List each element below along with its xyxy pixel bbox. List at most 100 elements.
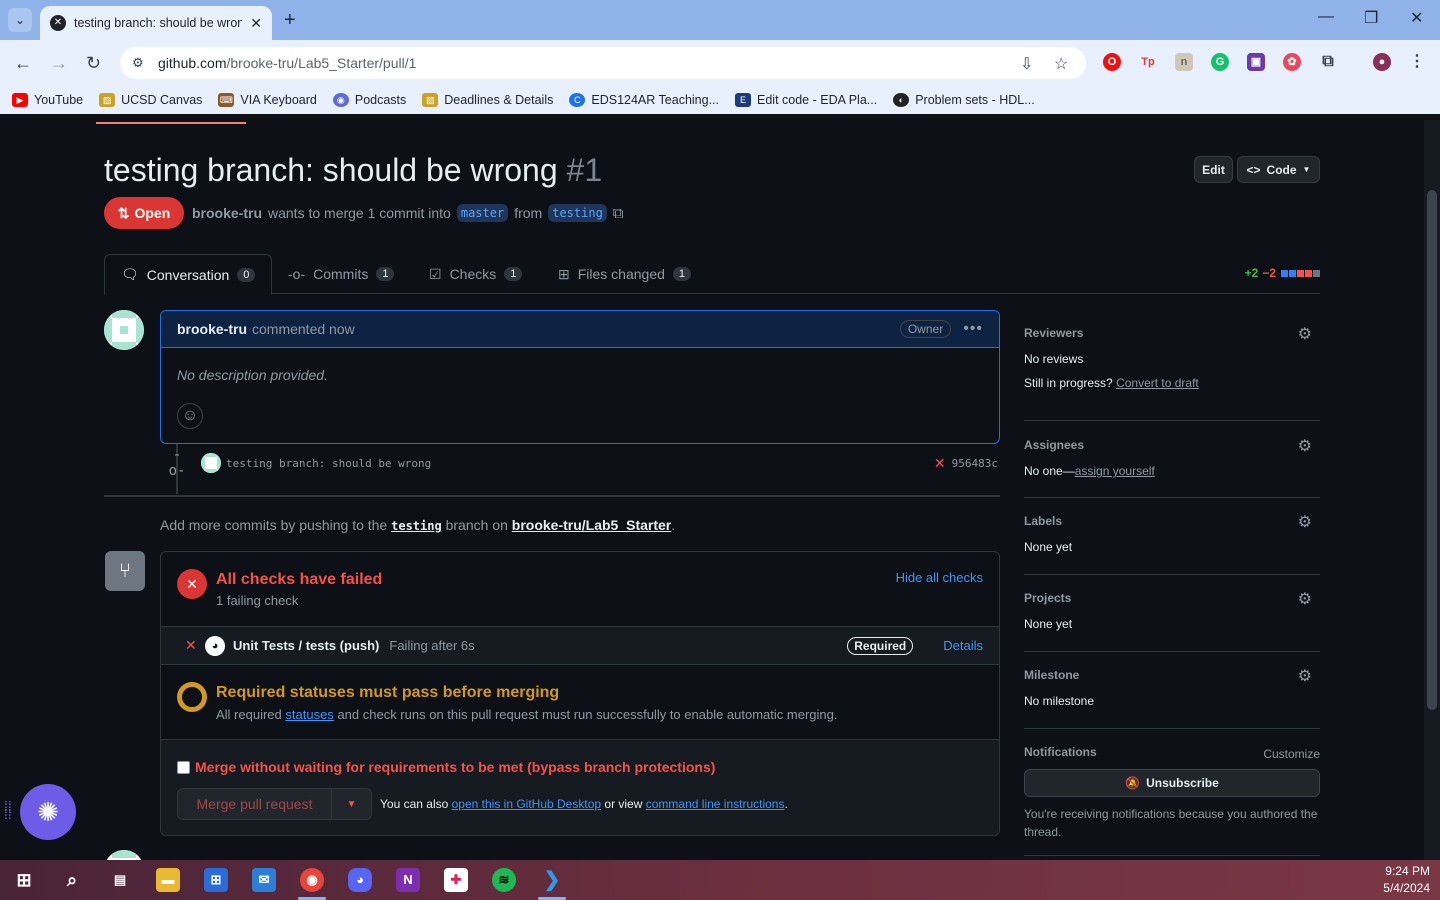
convert-to-draft-link[interactable]: Convert to draft — [1116, 376, 1199, 390]
taskbar-mail[interactable]: ✉ — [240, 860, 288, 900]
failed-x-icon[interactable]: ✕ — [934, 455, 946, 472]
start-button[interactable]: ⊞ — [0, 860, 48, 900]
sidebar-heading[interactable]: Milestone — [1024, 668, 1320, 682]
widgets-icon: ▤ — [113, 872, 127, 887]
assign-yourself-link[interactable]: assign yourself — [1075, 464, 1155, 478]
profile-avatar[interactable]: ● — [1373, 53, 1391, 71]
statuses-link[interactable]: statuses — [285, 707, 333, 722]
tab-conversation[interactable]: 🗨 Conversation 0 — [104, 254, 273, 295]
merge-button-label[interactable]: Merge pull request — [178, 789, 332, 819]
sidebar-heading[interactable]: Assignees — [1024, 438, 1320, 452]
reload-icon[interactable]: ↻ — [86, 53, 101, 74]
chrome-menu-icon[interactable]: ⋮ — [1408, 53, 1426, 71]
sidebar-heading[interactable]: Labels — [1024, 514, 1320, 528]
edit-button[interactable]: Edit — [1194, 156, 1233, 183]
forward-icon[interactable]: → — [50, 53, 68, 74]
kebab-menu-icon[interactable]: ••• — [963, 320, 983, 338]
bookmark-deadlines[interactable]: ▧ Deadlines & Details — [422, 93, 553, 107]
assistant-fab-icon[interactable]: ✺ — [20, 784, 76, 840]
gear-icon[interactable]: ⚙ — [1298, 589, 1312, 609]
bookmark-youtube[interactable]: ▶ YouTube — [12, 93, 83, 107]
sidebar-heading[interactable]: Reviewers — [1024, 326, 1320, 340]
taskbar-file-explorer[interactable]: ▬ — [144, 860, 192, 900]
address-bar[interactable]: ⚙ github.com/brooke-tru/Lab5_Starter/pul… — [120, 47, 1086, 79]
grammarly-extension-icon[interactable]: G — [1211, 53, 1229, 71]
back-icon[interactable]: ← — [14, 53, 32, 74]
command-line-link[interactable]: command line instructions — [646, 797, 785, 811]
gear-icon[interactable]: ⚙ — [1298, 324, 1312, 344]
commit-sha-link[interactable]: 956483c — [952, 457, 998, 470]
branch-link[interactable]: testing — [391, 519, 442, 533]
taskbar-search[interactable]: ⌕ — [48, 860, 96, 900]
add-reaction-icon[interactable]: ☺ — [177, 403, 203, 429]
restore-icon[interactable]: ❐ — [1364, 8, 1378, 28]
install-app-icon[interactable]: ⇩ — [1020, 54, 1033, 74]
github-desktop-link[interactable]: open this in GitHub Desktop — [452, 797, 601, 811]
tab-close-icon[interactable]: ✕ — [250, 15, 262, 32]
page-scrollbar[interactable] — [1424, 120, 1440, 860]
code-button[interactable]: <> Code ▼ — [1237, 156, 1320, 183]
head-branch[interactable]: testing — [548, 204, 607, 222]
base-branch[interactable]: master — [456, 204, 509, 222]
taskbar-store[interactable]: ⊞ — [192, 860, 240, 900]
browser-tab-active[interactable]: ✕ testing branch: should be wrong ✕ — [40, 6, 272, 40]
address-url[interactable]: github.com/brooke-tru/Lab5_Starter/pull/… — [158, 55, 416, 71]
check-details-link[interactable]: Details — [943, 638, 983, 653]
bookmark-hdlbits[interactable]: ◐ Problem sets - HDL... — [893, 93, 1035, 107]
minimize-icon[interactable]: — — [1318, 8, 1334, 26]
bookmark-podcasts[interactable]: ◉ Podcasts — [332, 93, 406, 107]
taskbar-chrome[interactable]: ◉ — [288, 860, 336, 900]
bookmark-ucsd-canvas[interactable]: ▧ UCSD Canvas — [99, 93, 202, 107]
taskbar-spotify[interactable]: ≋ — [480, 860, 528, 900]
bookmark-star-icon[interactable]: ☆ — [1054, 54, 1068, 74]
taskbar-vscode[interactable]: ❯ — [528, 860, 576, 900]
site-settings-icon[interactable]: ⚙ — [132, 55, 152, 71]
copy-icon[interactable]: ⧉ — [613, 205, 624, 222]
taskbar-slack[interactable]: ✚ — [432, 860, 480, 900]
unsubscribe-button[interactable]: 🔕 Unsubscribe — [1024, 769, 1320, 797]
bookmark-via-keyboard[interactable]: ⌨ VIA Keyboard — [218, 93, 317, 107]
commit-avatar[interactable] — [201, 453, 221, 473]
scrollbar-thumb[interactable] — [1427, 190, 1437, 710]
gear-icon[interactable]: ⚙ — [1298, 512, 1312, 532]
checkbox[interactable] — [177, 760, 190, 774]
merge-actions: Merge without waiting for requirements t… — [161, 740, 999, 835]
window-close-icon[interactable]: ✕ — [1410, 8, 1423, 28]
red-extension-icon[interactable]: ✿ — [1283, 53, 1301, 71]
taskbar-discord[interactable]: ◕ — [336, 860, 384, 900]
merge-pull-request-button[interactable]: Merge pull request ▼ — [177, 788, 372, 820]
taskbar-onenote[interactable]: N — [384, 860, 432, 900]
gear-icon[interactable]: ⚙ — [1298, 666, 1312, 686]
repo-link[interactable]: brooke-tru/Lab5_Starter — [512, 517, 671, 533]
bookmark-eda-playground[interactable]: E Edit code - EDA Pla... — [735, 93, 877, 107]
gear-icon[interactable]: ⚙ — [1298, 436, 1312, 456]
new-tab-icon[interactable]: + — [284, 9, 296, 32]
tab-checks[interactable]: ☑ Checks 1 — [429, 254, 523, 294]
drag-handle-icon[interactable]: ⁞⁞ ⁞⁞ — [4, 799, 16, 821]
tab-files-changed[interactable]: ⊞ Files changed 1 — [558, 254, 692, 294]
bypass-protections-checkbox[interactable]: Merge without waiting for requirements t… — [177, 759, 715, 775]
pr-tabs: 🗨 Conversation 0 -o- Commits 1 ☑ Checks 1 ⊞ Fil… — [104, 254, 1320, 295]
commit-message-link[interactable]: testing branch: should be wrong — [226, 457, 431, 470]
opera-extension-icon[interactable]: O — [1103, 53, 1121, 71]
tab-commits[interactable]: -o- Commits 1 — [288, 254, 395, 294]
avatar[interactable] — [104, 310, 144, 350]
bookmark-eds124ar[interactable]: C EDS124AR Teaching... — [569, 93, 719, 107]
tab-search-icon[interactable]: ⌄ — [8, 8, 32, 32]
hide-all-checks-link[interactable]: Hide all checks — [896, 570, 983, 585]
extensions-puzzle-icon[interactable]: ⧉ — [1319, 53, 1337, 71]
avatar[interactable] — [104, 850, 144, 860]
taskbar-task-view[interactable]: ▤ — [96, 860, 144, 900]
merge-options-caret-icon[interactable]: ▼ — [332, 799, 371, 810]
pull-request-icon: ⇅ — [117, 204, 130, 221]
purple-extension-icon[interactable]: ▣ — [1247, 53, 1265, 71]
commit-icon: -o- — [288, 266, 306, 282]
pr-author-link[interactable]: brooke-tru — [192, 205, 262, 221]
system-clock[interactable]: 9:24 PM 5/4/2024 — [1383, 863, 1430, 897]
note-extension-icon[interactable]: n — [1175, 53, 1193, 71]
customize-link[interactable]: Customize — [1263, 747, 1320, 761]
comment-author-link[interactable]: brooke-tru — [177, 321, 247, 337]
tp-extension-icon[interactable]: Tp — [1139, 53, 1157, 71]
sidebar-heading[interactable]: Projects — [1024, 591, 1320, 605]
comment-time[interactable]: commented now — [252, 321, 355, 337]
